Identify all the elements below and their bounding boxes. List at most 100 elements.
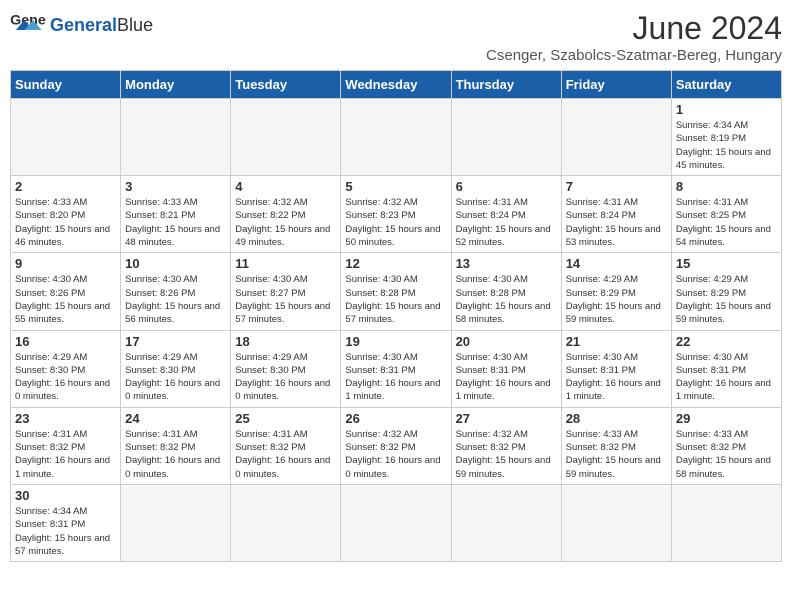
day-info: Sunrise: 4:30 AM Sunset: 8:27 PM Dayligh…	[235, 273, 336, 326]
day-number: 24	[125, 411, 226, 426]
calendar-cell	[451, 484, 561, 561]
calendar-cell: 23 Sunrise: 4:31 AM Sunset: 8:32 PM Dayli…	[11, 407, 121, 484]
day-number: 15	[676, 256, 777, 271]
day-number: 22	[676, 334, 777, 349]
day-number: 13	[456, 256, 557, 271]
calendar-cell: 22 Sunrise: 4:30 AM Sunset: 8:31 PM Dayli…	[671, 330, 781, 407]
day-info: Sunrise: 4:29 AM Sunset: 8:30 PM Dayligh…	[235, 351, 336, 404]
day-number: 7	[566, 179, 667, 194]
calendar-cell	[341, 99, 451, 176]
day-info: Sunrise: 4:32 AM Sunset: 8:22 PM Dayligh…	[235, 196, 336, 249]
calendar-cell	[121, 99, 231, 176]
day-info: Sunrise: 4:34 AM Sunset: 8:31 PM Dayligh…	[15, 505, 116, 558]
day-info: Sunrise: 4:32 AM Sunset: 8:23 PM Dayligh…	[345, 196, 446, 249]
day-info: Sunrise: 4:30 AM Sunset: 8:26 PM Dayligh…	[125, 273, 226, 326]
day-number: 14	[566, 256, 667, 271]
day-number: 6	[456, 179, 557, 194]
day-info: Sunrise: 4:33 AM Sunset: 8:20 PM Dayligh…	[15, 196, 116, 249]
calendar-cell: 11 Sunrise: 4:30 AM Sunset: 8:27 PM Dayli…	[231, 253, 341, 330]
weekday-header-wednesday: Wednesday	[341, 71, 451, 99]
day-info: Sunrise: 4:31 AM Sunset: 8:25 PM Dayligh…	[676, 196, 777, 249]
calendar-week-row: 1 Sunrise: 4:34 AM Sunset: 8:19 PM Daylig…	[11, 99, 782, 176]
day-number: 29	[676, 411, 777, 426]
day-number: 21	[566, 334, 667, 349]
day-number: 18	[235, 334, 336, 349]
day-info: Sunrise: 4:30 AM Sunset: 8:28 PM Dayligh…	[345, 273, 446, 326]
day-info: Sunrise: 4:30 AM Sunset: 8:28 PM Dayligh…	[456, 273, 557, 326]
calendar-cell: 17Sunrise: 4:29 AM Sunset: 8:30 PM Dayli…	[121, 330, 231, 407]
calendar-week-row: 23 Sunrise: 4:31 AM Sunset: 8:32 PM Dayli…	[11, 407, 782, 484]
calendar-week-row: 9 Sunrise: 4:30 AM Sunset: 8:26 PM Daylig…	[11, 253, 782, 330]
day-number: 19	[345, 334, 446, 349]
calendar-cell: 13 Sunrise: 4:30 AM Sunset: 8:28 PM Dayli…	[451, 253, 561, 330]
header: General GeneralBlue June 2024 Csenger, S…	[10, 10, 782, 64]
day-number: 10	[125, 256, 226, 271]
title-area: June 2024 Csenger, Szabolcs-Szatmar-Bere…	[486, 10, 782, 64]
day-info: Sunrise: 4:32 AM Sunset: 8:32 PM Dayligh…	[456, 428, 557, 481]
calendar-cell: 28Sunrise: 4:33 AM Sunset: 8:32 PM Dayli…	[561, 407, 671, 484]
calendar-cell: 21 Sunrise: 4:30 AM Sunset: 8:31 PM Dayli…	[561, 330, 671, 407]
calendar-cell: 24 Sunrise: 4:31 AM Sunset: 8:32 PM Dayli…	[121, 407, 231, 484]
day-number: 12	[345, 256, 446, 271]
calendar-cell: 6Sunrise: 4:31 AM Sunset: 8:24 PM Daylig…	[451, 176, 561, 253]
day-number: 1	[676, 102, 777, 117]
calendar-cell	[561, 99, 671, 176]
calendar-cell	[11, 99, 121, 176]
logo-icon: General	[10, 10, 46, 40]
day-info: Sunrise: 4:30 AM Sunset: 8:31 PM Dayligh…	[676, 351, 777, 404]
calendar-cell	[671, 484, 781, 561]
day-info: Sunrise: 4:34 AM Sunset: 8:19 PM Dayligh…	[676, 119, 777, 172]
day-number: 27	[456, 411, 557, 426]
day-number: 5	[345, 179, 446, 194]
day-number: 16	[15, 334, 116, 349]
day-info: Sunrise: 4:30 AM Sunset: 8:31 PM Dayligh…	[566, 351, 667, 404]
day-number: 26	[345, 411, 446, 426]
location-subtitle: Csenger, Szabolcs-Szatmar-Bereg, Hungary	[486, 47, 782, 64]
day-number: 8	[676, 179, 777, 194]
month-year-title: June 2024	[486, 10, 782, 47]
calendar-week-row: 2 Sunrise: 4:33 AM Sunset: 8:20 PM Daylig…	[11, 176, 782, 253]
calendar-cell: 18 Sunrise: 4:29 AM Sunset: 8:30 PM Dayli…	[231, 330, 341, 407]
calendar-week-row: 30Sunrise: 4:34 AM Sunset: 8:31 PM Dayli…	[11, 484, 782, 561]
day-info: Sunrise: 4:32 AM Sunset: 8:32 PM Dayligh…	[345, 428, 446, 481]
day-info: Sunrise: 4:30 AM Sunset: 8:31 PM Dayligh…	[456, 351, 557, 404]
weekday-header-thursday: Thursday	[451, 71, 561, 99]
day-info: Sunrise: 4:31 AM Sunset: 8:32 PM Dayligh…	[15, 428, 116, 481]
calendar-cell: 25Sunrise: 4:31 AM Sunset: 8:32 PM Dayli…	[231, 407, 341, 484]
day-number: 11	[235, 256, 336, 271]
calendar-cell: 20 Sunrise: 4:30 AM Sunset: 8:31 PM Dayli…	[451, 330, 561, 407]
weekday-header-saturday: Saturday	[671, 71, 781, 99]
day-number: 4	[235, 179, 336, 194]
calendar-cell	[231, 484, 341, 561]
day-number: 2	[15, 179, 116, 194]
day-info: Sunrise: 4:31 AM Sunset: 8:24 PM Dayligh…	[566, 196, 667, 249]
calendar-cell: 27 Sunrise: 4:32 AM Sunset: 8:32 PM Dayli…	[451, 407, 561, 484]
calendar-cell: 7 Sunrise: 4:31 AM Sunset: 8:24 PM Daylig…	[561, 176, 671, 253]
day-info: Sunrise: 4:29 AM Sunset: 8:29 PM Dayligh…	[566, 273, 667, 326]
logo-text: GeneralBlue	[50, 16, 153, 34]
calendar-cell: 29 Sunrise: 4:33 AM Sunset: 8:32 PM Dayli…	[671, 407, 781, 484]
day-info: Sunrise: 4:31 AM Sunset: 8:32 PM Dayligh…	[125, 428, 226, 481]
day-info: Sunrise: 4:33 AM Sunset: 8:32 PM Dayligh…	[676, 428, 777, 481]
day-number: 9	[15, 256, 116, 271]
day-info: Sunrise: 4:31 AM Sunset: 8:32 PM Dayligh…	[235, 428, 336, 481]
weekday-header-monday: Monday	[121, 71, 231, 99]
calendar-cell: 9 Sunrise: 4:30 AM Sunset: 8:26 PM Daylig…	[11, 253, 121, 330]
calendar-header-row: SundayMondayTuesdayWednesdayThursdayFrid…	[11, 71, 782, 99]
calendar-cell: 4 Sunrise: 4:32 AM Sunset: 8:22 PM Daylig…	[231, 176, 341, 253]
calendar-table: SundayMondayTuesdayWednesdayThursdayFrid…	[10, 70, 782, 562]
day-info: Sunrise: 4:30 AM Sunset: 8:26 PM Dayligh…	[15, 273, 116, 326]
day-number: 20	[456, 334, 557, 349]
day-info: Sunrise: 4:33 AM Sunset: 8:32 PM Dayligh…	[566, 428, 667, 481]
calendar-cell: 5 Sunrise: 4:32 AM Sunset: 8:23 PM Daylig…	[341, 176, 451, 253]
calendar-cell: 8 Sunrise: 4:31 AM Sunset: 8:25 PM Daylig…	[671, 176, 781, 253]
weekday-header-sunday: Sunday	[11, 71, 121, 99]
day-info: Sunrise: 4:29 AM Sunset: 8:30 PM Dayligh…	[125, 351, 226, 404]
calendar-cell: 26 Sunrise: 4:32 AM Sunset: 8:32 PM Dayli…	[341, 407, 451, 484]
day-number: 23	[15, 411, 116, 426]
calendar-cell: 15Sunrise: 4:29 AM Sunset: 8:29 PM Dayli…	[671, 253, 781, 330]
weekday-header-friday: Friday	[561, 71, 671, 99]
day-info: Sunrise: 4:33 AM Sunset: 8:21 PM Dayligh…	[125, 196, 226, 249]
calendar-cell	[121, 484, 231, 561]
calendar-cell	[451, 99, 561, 176]
